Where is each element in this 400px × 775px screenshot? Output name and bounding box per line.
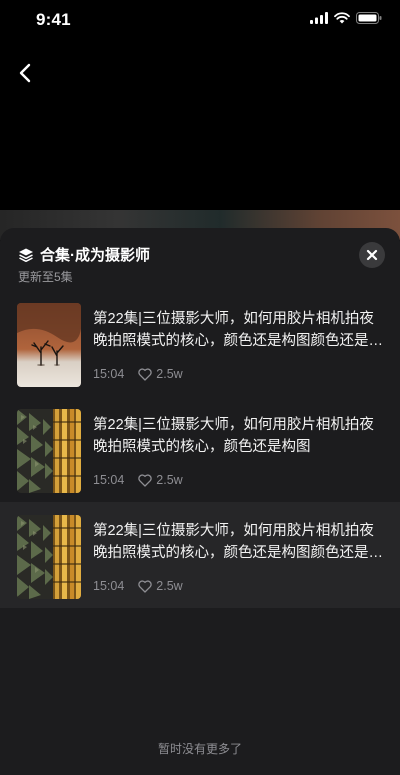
episode-item[interactable]: 第22集|三位摄影大师，如何用胶片相机拍夜晚拍照模式的核心，颜色还是构图 15:… bbox=[0, 396, 400, 502]
episode-title: 第22集|三位摄影大师，如何用胶片相机拍夜晚拍照模式的核心，颜色还是构图 bbox=[93, 417, 374, 455]
episode-thumbnail bbox=[17, 515, 81, 599]
chevron-left-icon bbox=[19, 63, 31, 83]
like-count: 2.5w bbox=[138, 579, 183, 593]
episode-title: 第22集|三位摄影大师，如何用胶片相机拍夜晚拍照模式的核心，颜色还是构图颜色还是… bbox=[93, 311, 383, 349]
battery-icon bbox=[356, 12, 382, 24]
episode-thumbnail bbox=[17, 409, 81, 493]
like-count-text: 2.5w bbox=[156, 579, 183, 593]
episode-item[interactable]: 第22集|三位摄影大师，如何用胶片相机拍夜晚拍照模式的核心，颜色还是构图颜色还是… bbox=[0, 290, 400, 396]
like-count-text: 2.5w bbox=[156, 473, 183, 487]
like-count: 2.5w bbox=[138, 473, 183, 487]
like-count: 2.5w bbox=[138, 367, 183, 381]
sheet-title: 合集·成为摄影师 bbox=[40, 247, 150, 264]
episode-meta: 15:04 2.5w bbox=[93, 473, 183, 487]
like-count-text: 2.5w bbox=[156, 367, 183, 381]
episode-meta: 15:04 2.5w bbox=[93, 579, 183, 593]
building-facade-image bbox=[17, 515, 81, 599]
episode-meta: 15:04 2.5w bbox=[93, 367, 183, 381]
wifi-icon bbox=[334, 12, 350, 24]
episode-duration: 15:04 bbox=[93, 367, 125, 381]
episode-duration: 15:04 bbox=[93, 579, 125, 593]
collection-sheet: 合集·成为摄影师 更新至5集 第22集|三位摄影大师，如何用胶片相机拍夜晚拍照模… bbox=[0, 228, 400, 775]
layers-icon bbox=[19, 248, 33, 262]
sheet-header: 合集·成为摄影师 bbox=[18, 244, 150, 265]
no-more-content-note: 暂时没有更多了 bbox=[157, 742, 242, 756]
episode-count: 更新至5集 bbox=[18, 270, 73, 284]
heart-icon bbox=[138, 367, 152, 381]
heart-icon bbox=[138, 473, 152, 487]
back-button[interactable] bbox=[12, 60, 38, 86]
status-icons bbox=[310, 12, 382, 24]
status-bar: 9:41 bbox=[0, 0, 400, 40]
heart-icon bbox=[138, 579, 152, 593]
close-button[interactable] bbox=[359, 242, 385, 268]
close-icon bbox=[366, 249, 378, 261]
episode-title: 第22集|三位摄影大师，如何用胶片相机拍夜晚拍照模式的核心，颜色还是构图颜色还是… bbox=[93, 523, 383, 561]
episode-thumbnail bbox=[17, 303, 81, 387]
episode-list: 第22集|三位摄影大师，如何用胶片相机拍夜晚拍照模式的核心，颜色还是构图颜色还是… bbox=[0, 290, 400, 608]
cellular-signal-icon bbox=[310, 12, 328, 24]
desert-trees-image bbox=[17, 303, 81, 387]
episode-item-active[interactable]: 第22集|三位摄影大师，如何用胶片相机拍夜晚拍照模式的核心，颜色还是构图颜色还是… bbox=[0, 502, 400, 608]
building-facade-image bbox=[17, 409, 81, 493]
episode-duration: 15:04 bbox=[93, 473, 125, 487]
status-time: 9:41 bbox=[36, 10, 71, 29]
